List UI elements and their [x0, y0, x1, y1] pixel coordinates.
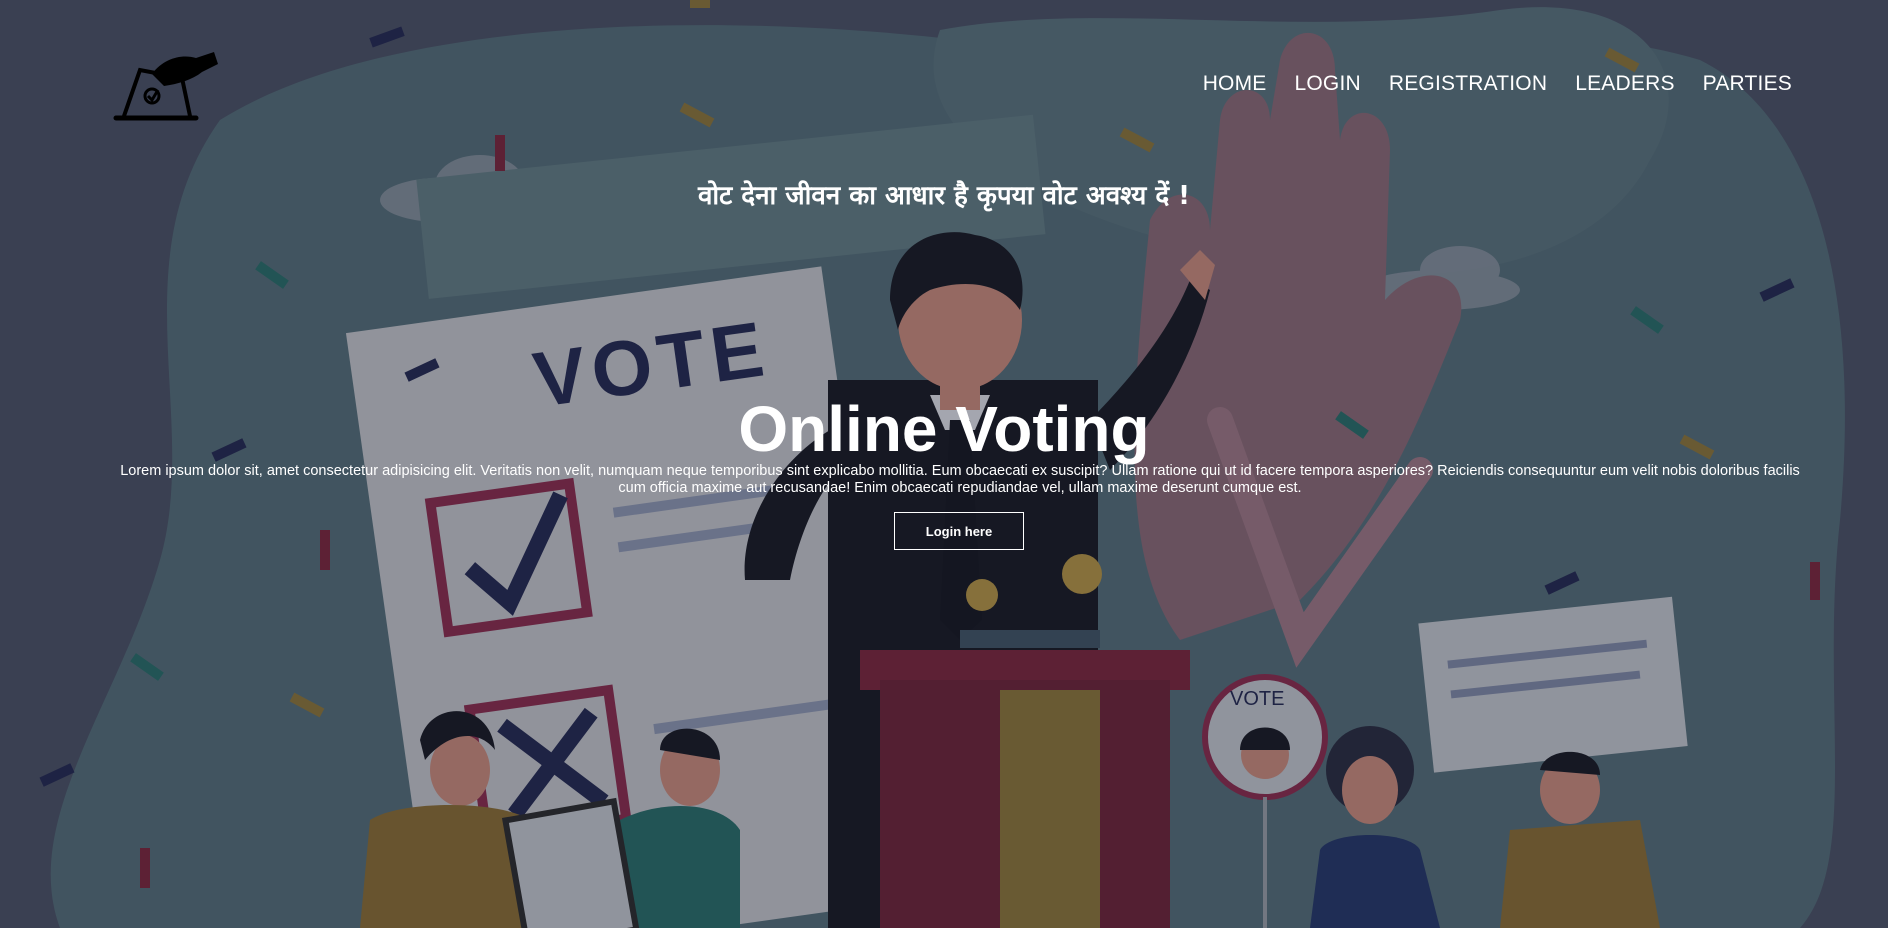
hero-description: Lorem ipsum dolor sit, amet consectetur …: [120, 463, 1800, 496]
nav-login[interactable]: LOGIN: [1295, 72, 1361, 96]
main-nav: HOME LOGIN REGISTRATION LEADERS PARTIES: [1203, 72, 1792, 96]
hero-section: VOTE VOTE HOME LOGIN REGISTRATION LEADER…: [0, 0, 1888, 928]
page-title: Online Voting: [738, 393, 1150, 465]
nav-registration[interactable]: REGISTRATION: [1389, 72, 1547, 96]
hindi-tagline: वोट देना जीवन का आधार है कृपया वोट अवश्य…: [697, 181, 1191, 211]
nav-home[interactable]: HOME: [1203, 72, 1267, 96]
nav-leaders[interactable]: LEADERS: [1575, 72, 1674, 96]
nav-parties[interactable]: PARTIES: [1703, 72, 1792, 96]
ballot-box-hand-icon[interactable]: [112, 50, 222, 122]
login-here-button[interactable]: Login here: [894, 512, 1024, 550]
